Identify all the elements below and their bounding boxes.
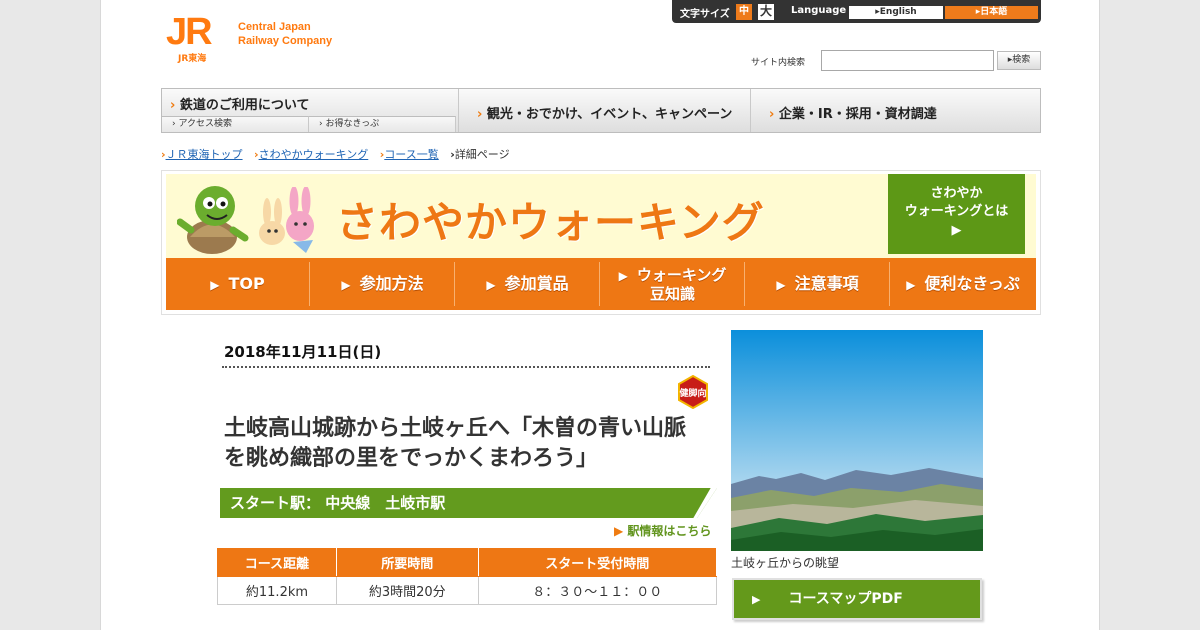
rail-info-label: 鉄道のご利用について xyxy=(179,98,310,113)
play-arrow-icon: ▶ xyxy=(618,269,628,283)
chevron-right-icon: › xyxy=(170,98,176,113)
access-search-nav-item[interactable]: › アクセス検索 xyxy=(162,116,309,132)
about-walking-button[interactable]: さわやか ウォーキングとは ▶ xyxy=(888,174,1025,254)
english-language-button[interactable]: ▸English xyxy=(849,6,943,19)
discount-tickets-nav-item[interactable]: › お得なきっぷ xyxy=(309,116,456,132)
jr-tokai-logo-text: JR東海 xyxy=(178,54,207,64)
text-size-large-button[interactable]: 大 xyxy=(758,4,774,20)
table-row: コース距離 所要時間 スタート受付時間 xyxy=(217,548,718,577)
site-search-button[interactable]: ▸検索 xyxy=(997,51,1041,70)
breadcrumb-link[interactable]: コース一覧 xyxy=(384,148,438,161)
nav-divider xyxy=(750,89,751,132)
breadcrumb-current-page: ›詳細ページ xyxy=(450,146,509,162)
menu-label: 参加方法 xyxy=(359,274,424,293)
text-size-label: 文字サイズ xyxy=(680,9,730,20)
difficulty-badge-text: 健脚向 xyxy=(679,387,706,399)
chevron-right-icon: › xyxy=(319,119,323,129)
walking-menu: ▶ TOP ▶ 参加方法 ▶ 参加賞品 ▶ ウォーキング 豆知識 ▶ 注意事項 ▶ 便利なき… xyxy=(166,258,1036,310)
walking-banner: さわやかウォーキング さわやか ウォーキングとは ▶ ▶ TOP ▶ 参加方法 ▶ 参… xyxy=(161,170,1041,315)
access-search-label: アクセス検索 xyxy=(178,119,233,129)
menu-label-line-2: 豆知識 xyxy=(649,285,695,303)
menu-prizes[interactable]: ▶ 参加賞品 xyxy=(456,262,600,306)
chevron-right-icon: › xyxy=(477,107,483,122)
view-photo xyxy=(731,330,983,551)
breadcrumb-walking[interactable]: ›さわやかウォーキング xyxy=(254,146,368,162)
breadcrumb: ›ＪＲ東海トップ ›さわやかウォーキング ›コース一覧 ›詳細ページ xyxy=(161,146,1041,162)
global-navigation: › 鉄道のご利用について › アクセス検索 › お得なきっぷ › 観光・おでかけ… xyxy=(161,88,1041,133)
breadcrumb-link[interactable]: ＪＲ東海トップ xyxy=(166,148,243,161)
course-title: 土岐高山城跡から土岐ヶ丘へ「木曽の青い山脈 を眺め織部の里をでっかくまわろう」 xyxy=(224,414,719,474)
rail-info-nav-item[interactable]: › 鉄道のご利用について xyxy=(170,94,310,113)
table-header-start-time: スタート受付時間 xyxy=(477,548,718,577)
japanese-language-button[interactable]: ▸日本語 xyxy=(945,6,1038,19)
menu-top[interactable]: ▶ TOP xyxy=(166,262,310,306)
play-arrow-icon: ▶ xyxy=(341,278,351,292)
corporate-label: 企業・IR・採用・資材調達 xyxy=(778,107,937,122)
table-header-duration: 所要時間 xyxy=(335,548,479,577)
course-map-pdf-button[interactable]: ▶ コースマップPDF xyxy=(732,578,982,620)
station-info-label: 駅情報はこちら xyxy=(627,524,712,538)
menu-label: 参加賞品 xyxy=(504,274,569,293)
menu-label: TOP xyxy=(228,274,265,293)
breadcrumb-course-list[interactable]: ›コース一覧 xyxy=(380,146,439,162)
company-name: Central Japan Railway Company xyxy=(238,20,358,48)
play-arrow-icon: ▶ xyxy=(906,278,916,292)
page: JR JR東海 Central Japan Railway Company 文字… xyxy=(100,0,1100,630)
walking-title: さわやかウォーキング xyxy=(336,198,765,247)
start-station-bar: スタート駅： 中央線 土岐市駅 xyxy=(220,488,717,518)
jr-logo-mark: JR xyxy=(166,11,213,53)
chevron-right-icon: › xyxy=(769,107,775,122)
menu-label: 注意事項 xyxy=(794,274,859,293)
course-title-line-2: を眺め織部の里をでっかくまわろう」 xyxy=(224,446,599,471)
menu-walking-tips[interactable]: ▶ ウォーキング 豆知識 xyxy=(601,262,745,306)
about-line-2: ウォーキングとは xyxy=(904,204,1009,219)
course-info-table: コース距離 所要時間 スタート受付時間 約11.2km 約3時間20分 ８：３０… xyxy=(217,548,718,605)
tourism-nav-item[interactable]: › 観光・おでかけ、イベント、キャンペーン xyxy=(477,103,732,122)
chevron-right-icon: › xyxy=(172,119,176,129)
company-name-line-1: Central Japan xyxy=(238,21,311,33)
menu-participation[interactable]: ▶ 参加方法 xyxy=(311,262,455,306)
discount-tickets-label: お得なきっぷ xyxy=(325,119,380,129)
breadcrumb-current-label: 詳細ページ xyxy=(454,148,510,161)
table-header-distance: コース距離 xyxy=(217,548,337,577)
menu-notes[interactable]: ▶ 注意事項 xyxy=(746,262,890,306)
dotted-divider xyxy=(222,366,710,368)
breadcrumb-jr-top[interactable]: ›ＪＲ東海トップ xyxy=(161,146,243,162)
play-arrow-icon: ▶ xyxy=(486,278,496,292)
banner-header: さわやかウォーキング さわやか ウォーキングとは ▶ xyxy=(166,174,1036,258)
nav-divider xyxy=(458,89,459,132)
difficulty-badge-icon: 健脚向 xyxy=(678,375,708,409)
language-label: Language xyxy=(791,5,847,16)
play-arrow-icon: ▶ xyxy=(951,223,962,238)
play-arrow-icon: ▶ xyxy=(210,278,220,292)
event-date: 2018年11月11日(日) xyxy=(224,343,382,361)
play-arrow-icon: ▶ xyxy=(752,593,761,606)
turtle-mascot-icon xyxy=(177,186,249,254)
photo-caption: 土岐ヶ丘からの眺望 xyxy=(731,556,840,570)
rabbit-mascots-icon xyxy=(259,187,314,253)
table-cell-start-time: ８：３０～１１：００ xyxy=(477,576,718,605)
play-arrow-icon: ▶ xyxy=(776,278,786,292)
jr-central-logo[interactable]: JR JR東海 Central Japan Railway Company xyxy=(166,11,351,65)
corporate-nav-item[interactable]: › 企業・IR・採用・資材調達 xyxy=(769,103,937,122)
menu-useful-tickets[interactable]: ▶ 便利なきっぷ xyxy=(891,262,1035,306)
menu-label: 便利なきっぷ xyxy=(924,274,1020,293)
course-title-line-1: 土岐高山城跡から土岐ヶ丘へ「木曽の青い山脈 xyxy=(224,416,687,441)
menu-label-line-1: ウォーキング xyxy=(636,266,727,284)
station-info-link[interactable]: ▶ 駅情報はこちら xyxy=(614,522,711,539)
site-search-input[interactable] xyxy=(821,50,994,71)
course-map-pdf-label: コースマップPDF xyxy=(788,591,903,607)
text-size-medium-button[interactable]: 中 xyxy=(736,4,752,20)
table-cell-duration: 約3時間20分 xyxy=(335,576,479,605)
breadcrumb-link[interactable]: さわやかウォーキング xyxy=(259,148,369,161)
about-line-1: さわやか xyxy=(930,186,983,201)
play-arrow-icon: ▶ xyxy=(614,524,624,538)
utility-bar: 文字サイズ 中 大 Language ▸English ▸日本語 xyxy=(672,0,1041,23)
table-cell-distance: 約11.2km xyxy=(217,576,337,605)
company-name-line-2: Railway Company xyxy=(238,35,333,47)
table-row: 約11.2km 約3時間20分 ８：３０～１１：００ xyxy=(217,576,718,605)
tourism-label: 観光・おでかけ、イベント、キャンペーン xyxy=(486,107,733,122)
site-search-label: サイト内検索 xyxy=(751,58,806,68)
